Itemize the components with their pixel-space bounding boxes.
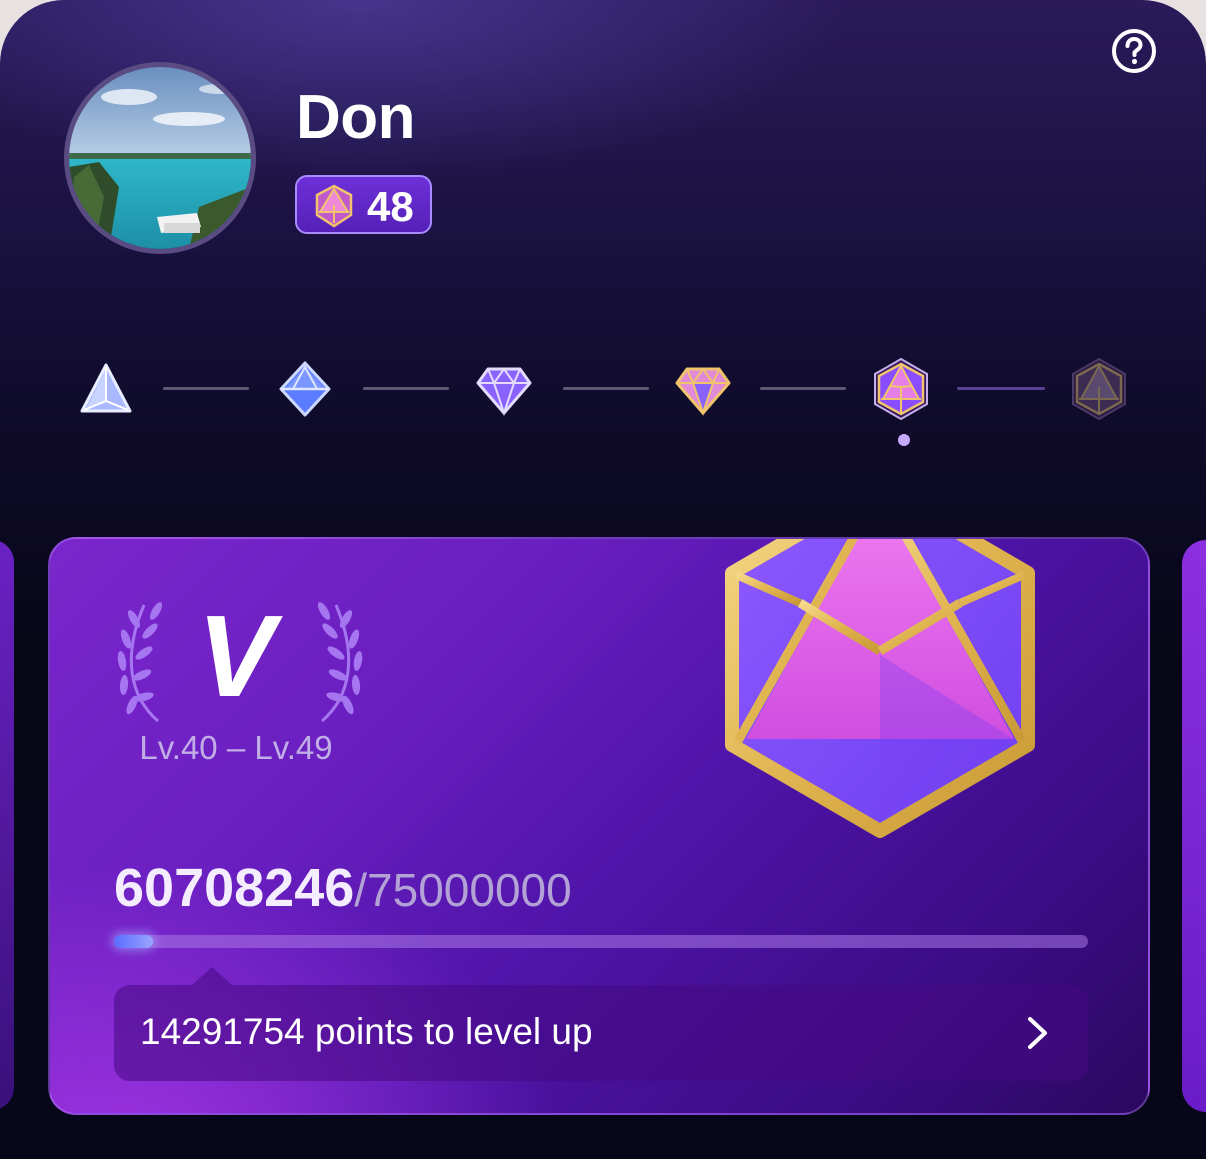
gem-icon (315, 184, 353, 228)
tier-1[interactable] (74, 357, 138, 421)
tier-4-icon (675, 367, 731, 417)
points-separator: / (354, 864, 368, 916)
tier-3-icon (476, 367, 532, 417)
tier-6[interactable] (1067, 357, 1131, 421)
tier-connector (957, 387, 1045, 390)
progress-fill (114, 935, 153, 948)
level-range: Lv.40 – Lv.49 (139, 729, 333, 766)
user-name: Don (296, 83, 416, 152)
tier-4[interactable] (671, 357, 735, 421)
tier-3[interactable] (472, 357, 536, 421)
screen: Don 48 V Lv.40 – Lv.49 60708246/75000000… (0, 0, 1206, 1159)
level-badge[interactable]: 48 (295, 175, 432, 234)
points-total: 75000000 (367, 864, 572, 916)
question-circle-icon (1112, 29, 1156, 73)
level-number: 48 (367, 183, 414, 230)
level-up-tip-text: 14291754 points to level up (140, 1011, 593, 1052)
tier-2[interactable] (273, 357, 337, 421)
progress-bar (114, 935, 1088, 948)
points-progress-text: 60708246/75000000 (114, 857, 572, 919)
laurel-right-icon (317, 602, 363, 723)
tier-2-icon (279, 361, 331, 417)
tier-card[interactable]: V Lv.40 – Lv.49 60708246/75000000 142917… (48, 537, 1150, 1115)
points-current: 60708246 (114, 858, 355, 918)
previous-tier-card[interactable] (0, 540, 14, 1110)
tier-connector (760, 387, 846, 390)
tier-6-icon (1072, 357, 1126, 421)
tier-connector (163, 387, 249, 390)
avatar[interactable] (64, 62, 256, 254)
current-tier-indicator (898, 434, 910, 446)
laurel-left-icon (117, 602, 163, 723)
chevron-right-icon (1028, 1017, 1047, 1049)
next-tier-card[interactable] (1182, 540, 1206, 1112)
profile-panel: Don 48 V Lv.40 – Lv.49 60708246/75000000… (0, 0, 1206, 1159)
tip-pointer (192, 967, 232, 985)
tier-5[interactable] (869, 357, 933, 421)
tier-numeral: V (197, 591, 275, 721)
level-up-tip[interactable]: 14291754 points to level up (114, 985, 1088, 1081)
tier-connector (363, 387, 449, 390)
tier-track (0, 340, 1206, 460)
tier-connector (563, 387, 649, 390)
tier-5-icon (874, 357, 928, 421)
tier-gem-icon (725, 539, 1035, 838)
tier-1-icon (80, 363, 132, 413)
beach-photo (69, 67, 251, 249)
help-button[interactable] (1111, 28, 1157, 74)
